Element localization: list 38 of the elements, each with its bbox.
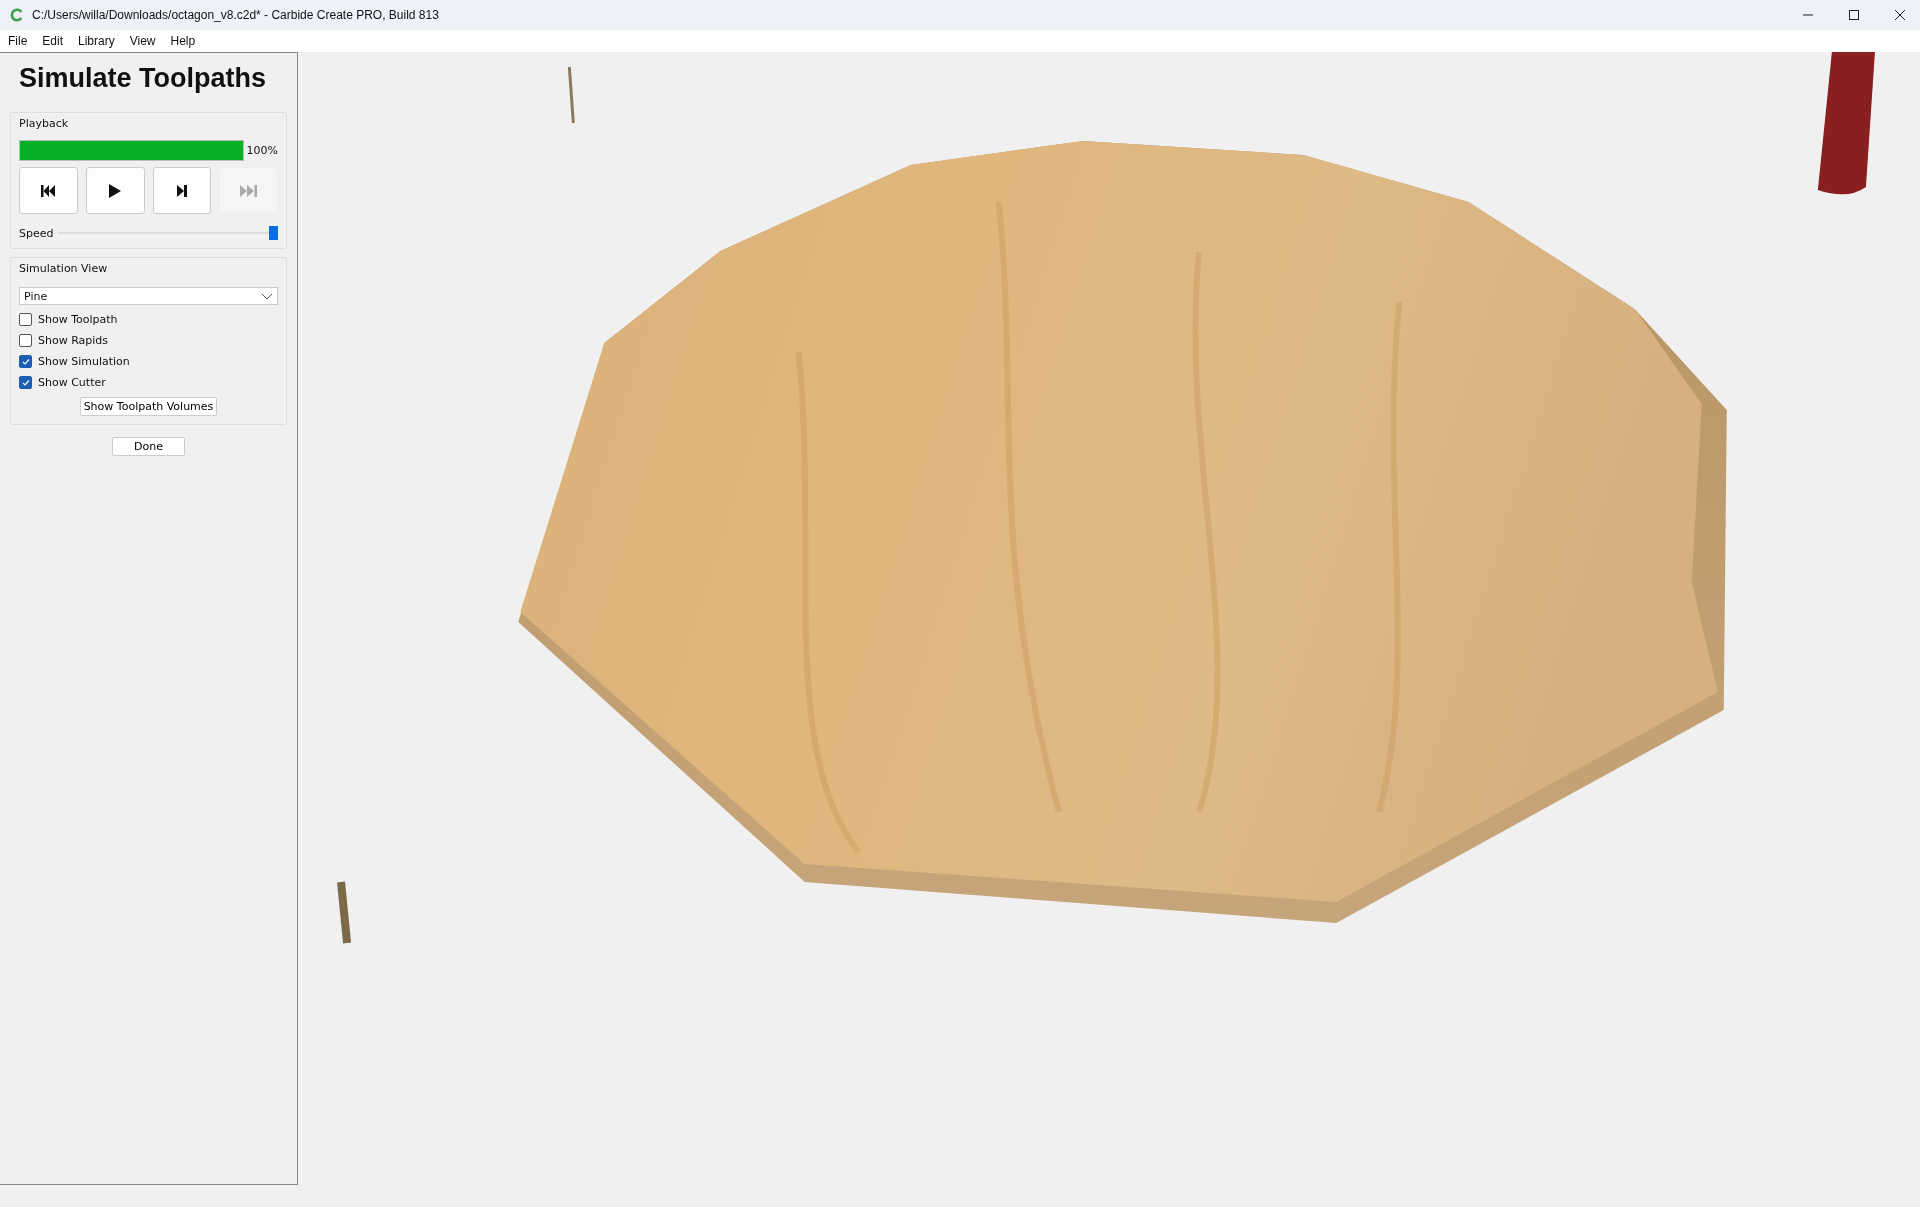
maximize-icon[interactable] — [1848, 9, 1860, 21]
group-label: Simulation View — [19, 262, 109, 275]
menu-item[interactable]: View — [129, 34, 156, 48]
skip-back-icon — [41, 184, 56, 197]
checkbox[interactable] — [19, 313, 32, 326]
app-logo-icon — [10, 8, 24, 22]
tool-stick-drawing — [337, 881, 352, 944]
menu-item[interactable]: Edit — [42, 34, 64, 48]
checkmark-icon — [21, 357, 30, 366]
play-icon — [109, 183, 122, 198]
tool-stick-drawing — [567, 66, 575, 124]
done-button[interactable]: Done — [112, 437, 185, 456]
checkbox[interactable] — [19, 376, 32, 389]
show-volumes-button[interactable]: Show Toolpath Volumes — [79, 397, 218, 416]
panel-heading: Simulate Toolpaths — [18, 63, 268, 94]
step-forward-icon — [176, 184, 187, 197]
speed-slider[interactable] — [59, 226, 278, 240]
checkbox-label: Show Rapids — [38, 334, 109, 347]
skip-forward-icon — [239, 184, 258, 197]
group-label: Playback — [19, 117, 70, 130]
material-dropdown[interactable]: Pine — [19, 287, 278, 305]
window-title: C:/Users/willa/Downloads/octagon_v8.c2d* - Carbide Create PRO, Build 813 — [32, 8, 439, 22]
step-button[interactable] — [152, 167, 212, 214]
start-button[interactable] — [19, 167, 78, 214]
chevron-down-icon — [261, 292, 273, 300]
progress-reading: 100% — [246, 144, 278, 157]
checkbox-label: Show Toolpath — [38, 313, 118, 326]
checkbox[interactable] — [19, 334, 32, 347]
checkbox-label: Show Simulation — [38, 355, 130, 368]
menu-item[interactable]: Library — [78, 34, 115, 48]
menu-item[interactable]: Help — [170, 34, 196, 48]
speed-label: Speed — [19, 226, 54, 240]
menu-item[interactable]: File — [8, 34, 28, 48]
checkmark-icon — [21, 378, 30, 387]
checkbox[interactable] — [19, 355, 32, 368]
checkbox-label: Show Cutter — [38, 376, 106, 389]
play-button[interactable] — [85, 167, 145, 214]
close-icon[interactable] — [1894, 9, 1906, 21]
